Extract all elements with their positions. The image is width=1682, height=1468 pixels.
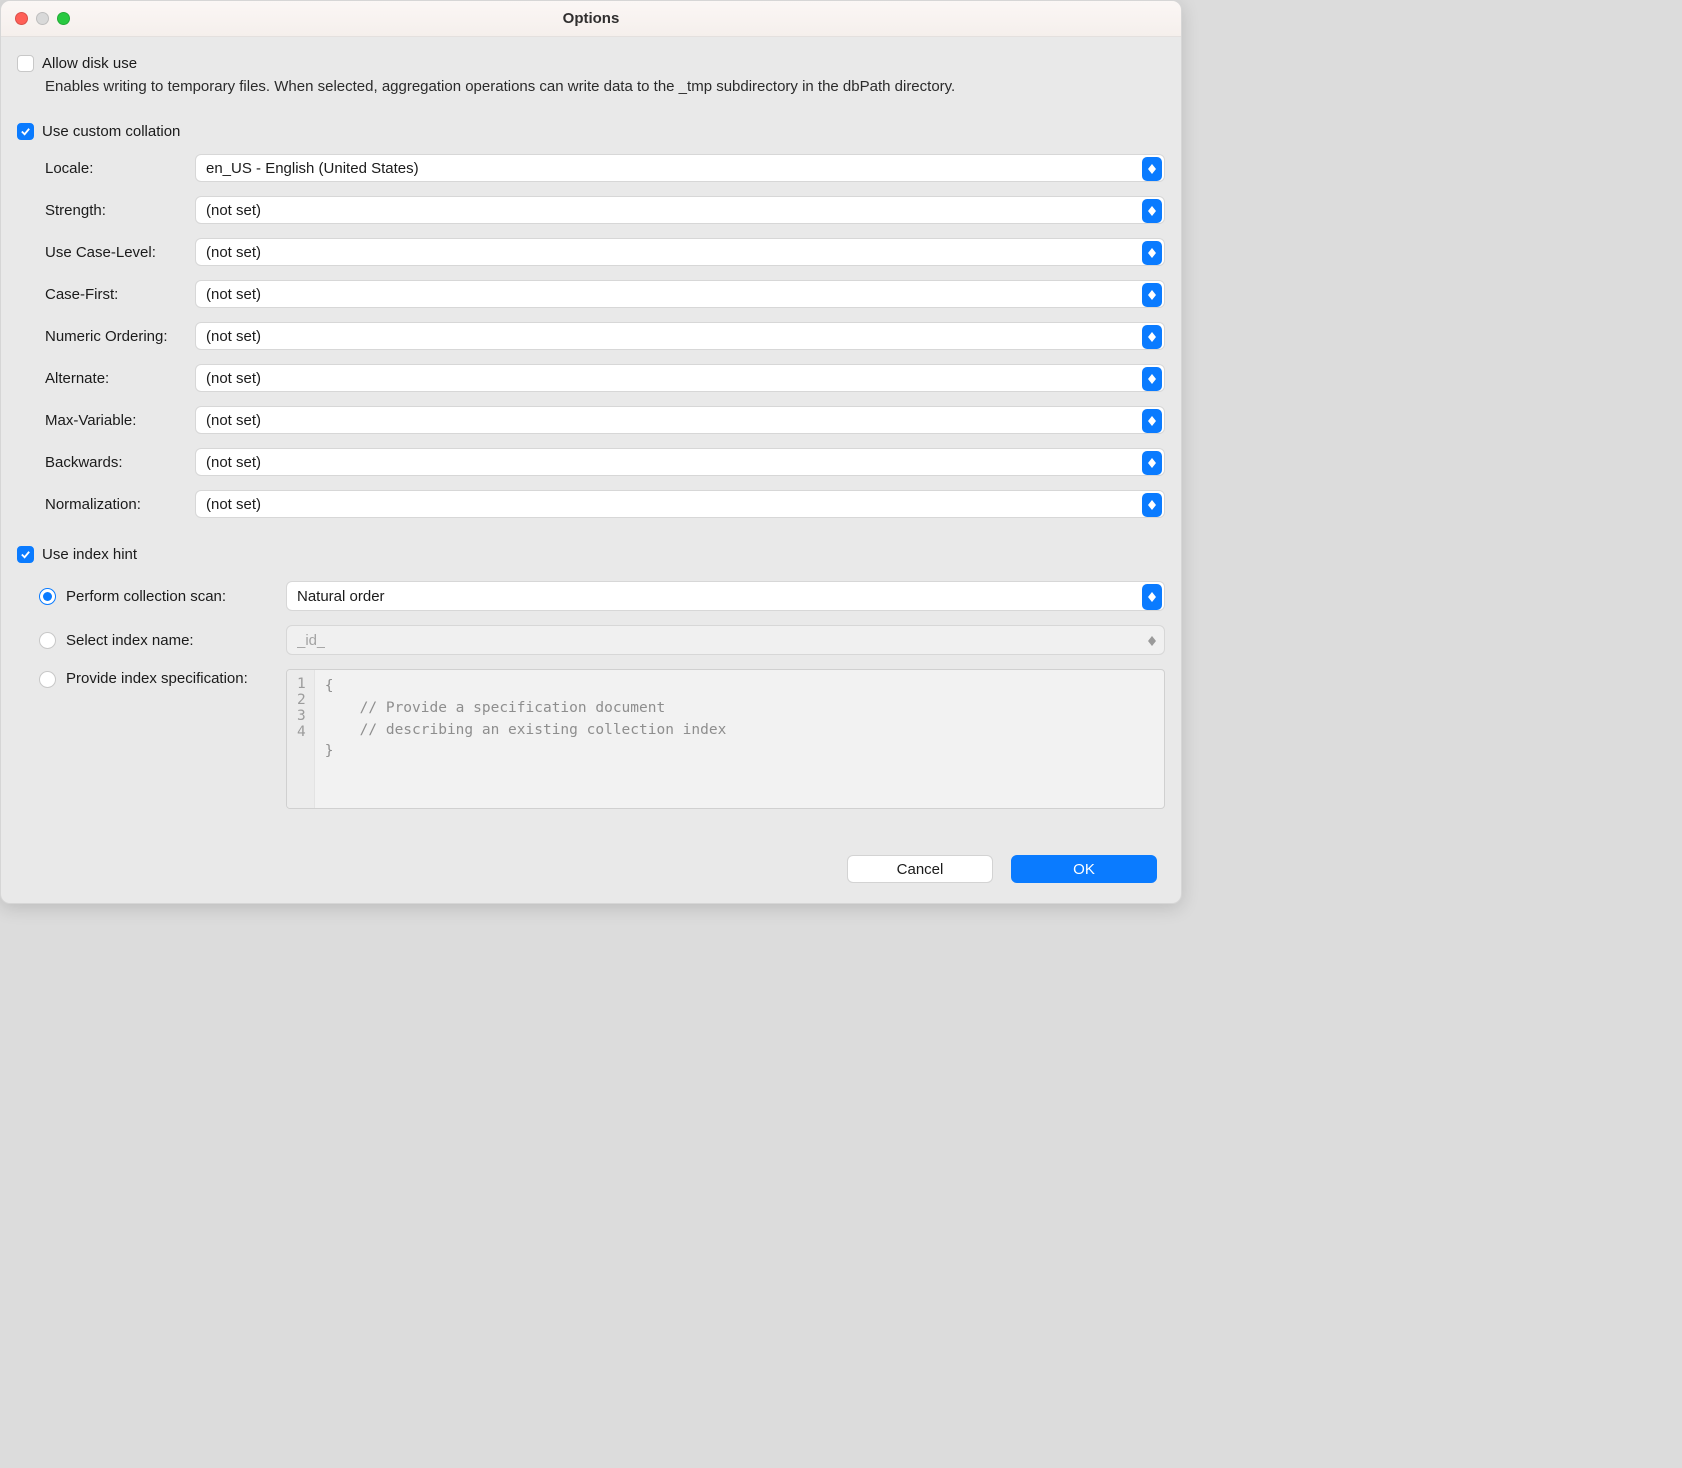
code-gutter: 1234 xyxy=(287,670,315,808)
options-window: Options Allow disk use Enables writing t… xyxy=(0,0,1182,904)
perform-scan-value: Natural order xyxy=(297,588,385,605)
ok-button[interactable]: OK xyxy=(1011,855,1157,883)
traffic-lights xyxy=(15,12,70,25)
minimize-icon xyxy=(36,12,49,25)
chevron-updown-icon xyxy=(1142,241,1162,265)
index-hint-checkbox[interactable] xyxy=(17,546,34,563)
select-index-label: Select index name: xyxy=(66,632,286,649)
select-index-value: _id_ xyxy=(297,632,325,649)
provide-spec-label: Provide index specification: xyxy=(66,669,286,687)
collation-select[interactable]: (not set) xyxy=(195,448,1165,476)
collation-select[interactable]: (not set) xyxy=(195,322,1165,350)
dialog-footer: Cancel OK xyxy=(1,835,1181,903)
collation-select[interactable]: (not set) xyxy=(195,196,1165,224)
collation-checkbox[interactable] xyxy=(17,123,34,140)
collation-field-row: Numeric Ordering: (not set) xyxy=(45,322,1165,350)
collation-select-value: (not set) xyxy=(206,202,261,219)
allow-disk-description: Enables writing to temporary files. When… xyxy=(45,78,1165,95)
allow-disk-section: Allow disk use Enables writing to tempor… xyxy=(17,55,1165,95)
collation-field-label: Numeric Ordering: xyxy=(45,328,195,345)
chevron-updown-icon xyxy=(1142,199,1162,223)
provide-spec-row: Provide index specification: 1234 { // P… xyxy=(39,669,1165,809)
collation-field-row: Backwards: (not set) xyxy=(45,448,1165,476)
collation-select-value: (not set) xyxy=(206,496,261,513)
collation-field-row: Case-First: (not set) xyxy=(45,280,1165,308)
collation-field-label: Normalization: xyxy=(45,496,195,513)
chevron-updown-icon xyxy=(1142,367,1162,391)
collation-field-row: Max-Variable: (not set) xyxy=(45,406,1165,434)
collation-field-label: Case-First: xyxy=(45,286,195,303)
zoom-icon[interactable] xyxy=(57,12,70,25)
collation-select-value: en_US - English (United States) xyxy=(206,160,419,177)
collation-select-value: (not set) xyxy=(206,244,261,261)
chevron-updown-icon xyxy=(1142,493,1162,517)
perform-scan-select[interactable]: Natural order xyxy=(286,581,1165,611)
collation-field-row: Alternate: (not set) xyxy=(45,364,1165,392)
chevron-updown-icon xyxy=(1142,325,1162,349)
chevron-updown-icon xyxy=(1142,157,1162,181)
perform-scan-row: Perform collection scan: Natural order xyxy=(39,581,1165,611)
collation-field-row: Locale: en_US - English (United States) xyxy=(45,154,1165,182)
collation-section: Use custom collation Locale: en_US - Engl… xyxy=(17,123,1165,518)
collation-field-row: Use Case-Level: (not set) xyxy=(45,238,1165,266)
collation-select[interactable]: (not set) xyxy=(195,406,1165,434)
content-area: Allow disk use Enables writing to tempor… xyxy=(1,37,1181,835)
collation-select[interactable]: (not set) xyxy=(195,280,1165,308)
collation-field-label: Alternate: xyxy=(45,370,195,387)
collation-select-value: (not set) xyxy=(206,454,261,471)
collation-select-value: (not set) xyxy=(206,286,261,303)
collation-select[interactable]: (not set) xyxy=(195,238,1165,266)
perform-scan-label: Perform collection scan: xyxy=(66,588,286,605)
chevron-updown-icon xyxy=(1142,584,1162,610)
collation-select[interactable]: (not set) xyxy=(195,364,1165,392)
collation-field-label: Max-Variable: xyxy=(45,412,195,429)
select-index-radio[interactable] xyxy=(39,632,56,649)
collation-field-label: Use Case-Level: xyxy=(45,244,195,261)
select-index-row: Select index name: _id_ xyxy=(39,625,1165,655)
collation-select[interactable]: (not set) xyxy=(195,490,1165,518)
collation-field-label: Locale: xyxy=(45,160,195,177)
collation-select-value: (not set) xyxy=(206,370,261,387)
collation-select[interactable]: en_US - English (United States) xyxy=(195,154,1165,182)
collation-field-row: Normalization: (not set) xyxy=(45,490,1165,518)
collation-field-row: Strength: (not set) xyxy=(45,196,1165,224)
provide-spec-radio[interactable] xyxy=(39,671,56,688)
collation-label: Use custom collation xyxy=(42,123,180,140)
index-hint-section: Use index hint Perform collection scan: … xyxy=(17,546,1165,809)
code-area: { // Provide a specification document //… xyxy=(315,670,737,808)
allow-disk-label: Allow disk use xyxy=(42,55,137,72)
collation-field-label: Backwards: xyxy=(45,454,195,471)
chevron-updown-icon xyxy=(1142,283,1162,307)
index-hint-label: Use index hint xyxy=(42,546,137,563)
collation-select-value: (not set) xyxy=(206,412,261,429)
perform-scan-radio[interactable] xyxy=(39,588,56,605)
collation-select-value: (not set) xyxy=(206,328,261,345)
allow-disk-checkbox[interactable] xyxy=(17,55,34,72)
close-icon[interactable] xyxy=(15,12,28,25)
chevron-updown-icon xyxy=(1142,409,1162,433)
select-index-select: _id_ xyxy=(286,625,1165,655)
window-title: Options xyxy=(1,10,1181,27)
chevron-updown-icon xyxy=(1142,628,1162,654)
titlebar: Options xyxy=(1,1,1181,37)
collation-field-label: Strength: xyxy=(45,202,195,219)
index-spec-editor: 1234 { // Provide a specification docume… xyxy=(286,669,1165,809)
cancel-button[interactable]: Cancel xyxy=(847,855,993,883)
chevron-updown-icon xyxy=(1142,451,1162,475)
